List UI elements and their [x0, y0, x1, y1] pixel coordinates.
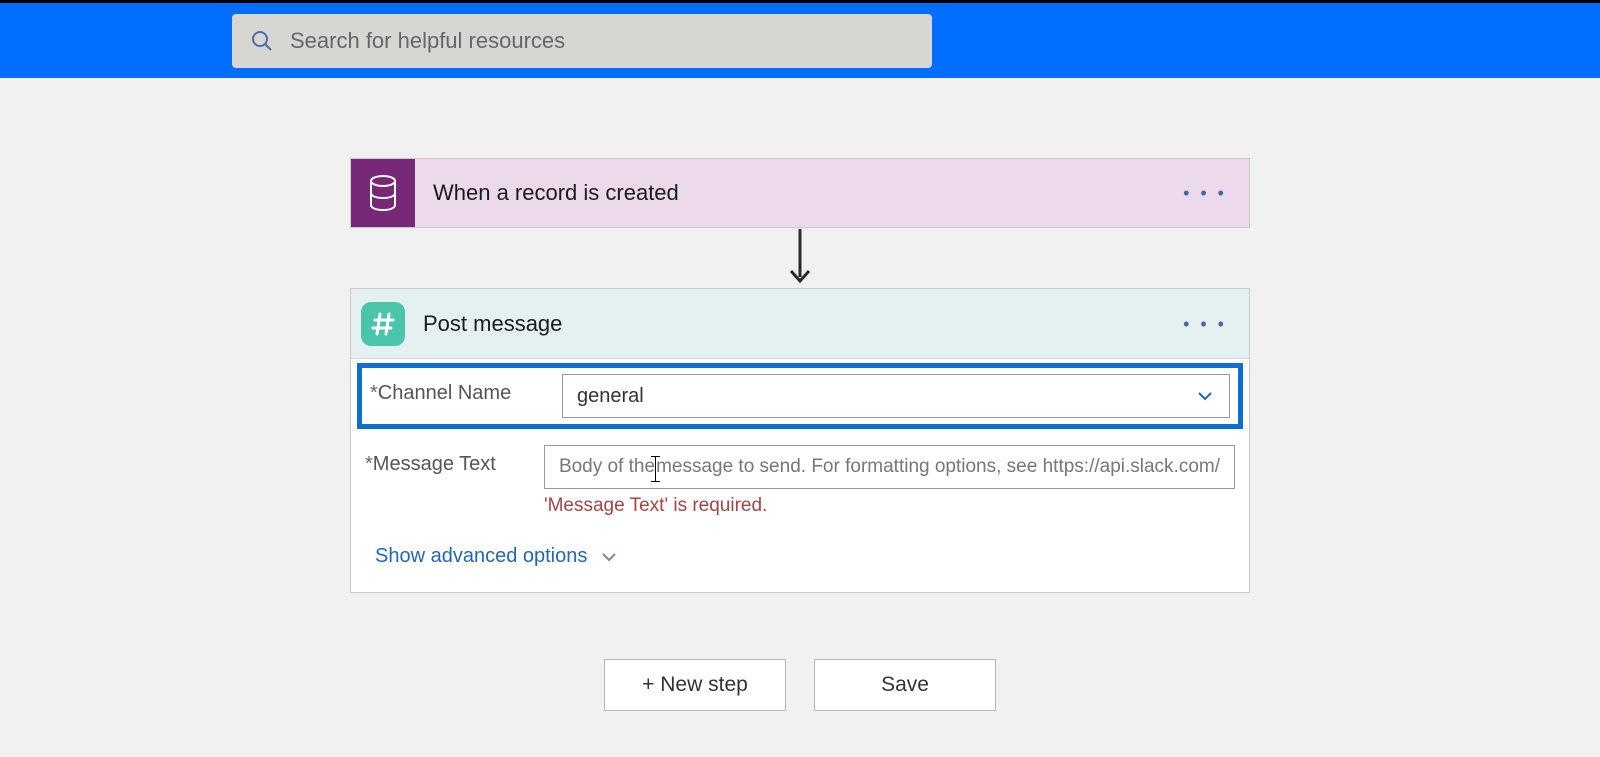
- message-text-label: *Message Text: [365, 445, 544, 476]
- trigger-icon-box: [351, 159, 415, 227]
- bottom-actions: + New step Save: [604, 659, 996, 711]
- flow-canvas: When a record is created • • •: [0, 78, 1600, 711]
- chevron-down-icon: [599, 547, 619, 567]
- trigger-title: When a record is created: [433, 180, 679, 206]
- chevron-down-icon: [1195, 386, 1215, 406]
- channel-name-label: *Channel Name: [370, 374, 562, 405]
- message-text-row: *Message Text Body of the message to sen…: [351, 437, 1249, 525]
- database-icon: [367, 175, 399, 211]
- trigger-body: When a record is created • • •: [415, 159, 1249, 227]
- action-card: Post message • • • *Channel Name general: [350, 288, 1250, 593]
- channel-name-value: general: [577, 385, 644, 408]
- search-icon: [250, 29, 274, 53]
- message-text-input[interactable]: Body of the message to send. For formatt…: [544, 445, 1235, 489]
- new-step-button[interactable]: + New step: [604, 659, 786, 711]
- message-text-validation: 'Message Text' is required.: [544, 489, 1235, 525]
- search-input[interactable]: [290, 28, 914, 54]
- channel-name-row: *Channel Name general: [357, 363, 1243, 429]
- action-menu-button[interactable]: • • •: [1183, 315, 1227, 333]
- action-icon-box: [351, 289, 415, 358]
- save-button[interactable]: Save: [814, 659, 996, 711]
- advanced-options-row: Show advanced options: [351, 525, 1249, 592]
- trigger-card[interactable]: When a record is created • • •: [350, 158, 1250, 228]
- hash-icon: [361, 302, 405, 346]
- action-header[interactable]: Post message • • •: [351, 289, 1249, 359]
- text-cursor-icon: [655, 456, 656, 482]
- show-advanced-options-link[interactable]: Show advanced options: [375, 545, 619, 568]
- channel-name-select[interactable]: general: [562, 374, 1230, 418]
- top-bar: [0, 0, 1600, 78]
- trigger-menu-button[interactable]: • • •: [1183, 184, 1227, 202]
- search-box[interactable]: [232, 14, 932, 68]
- connector-arrow: [785, 228, 815, 288]
- action-title: Post message: [423, 311, 562, 337]
